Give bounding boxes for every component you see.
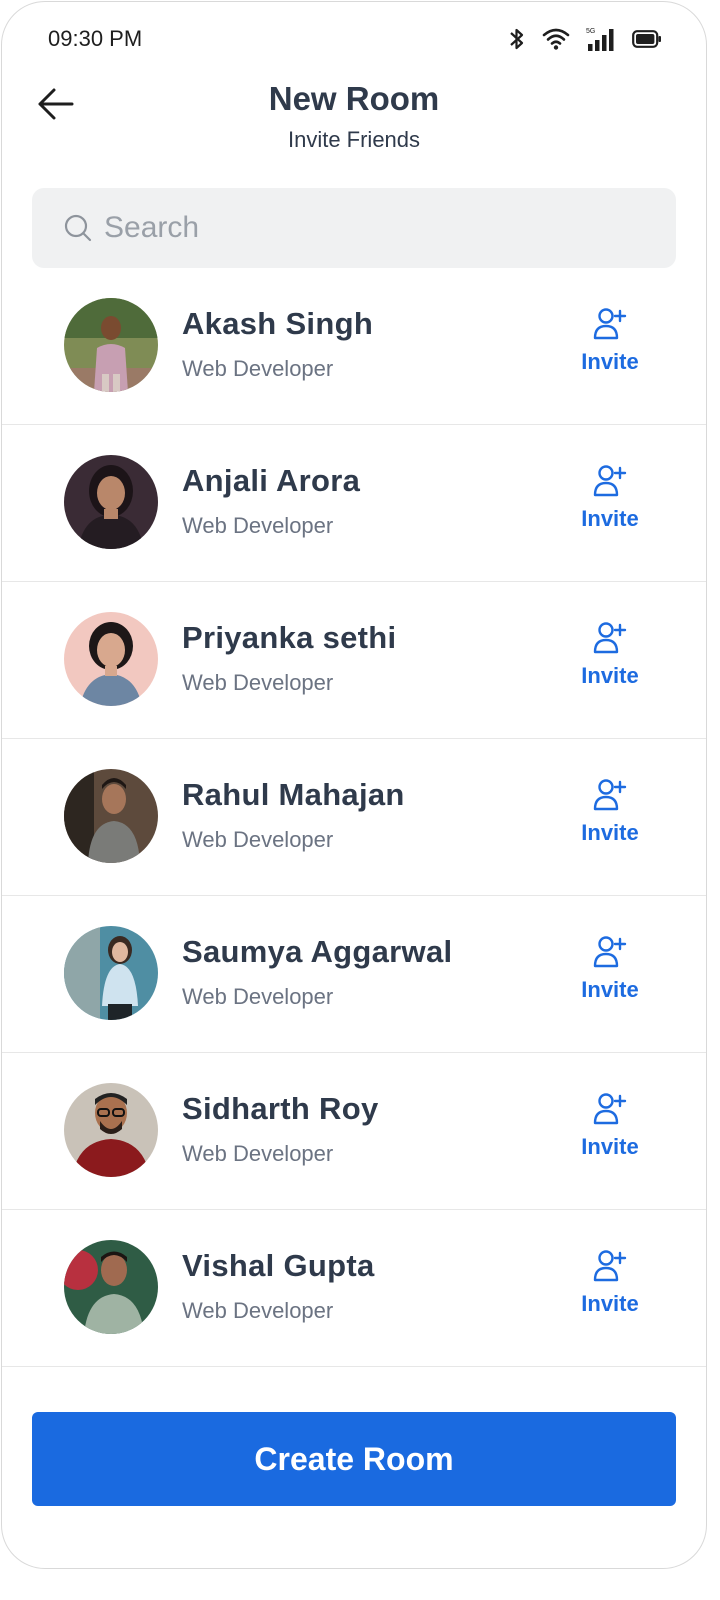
user-plus-icon: [593, 1250, 627, 1282]
network-label: 5G: [586, 28, 595, 35]
contact-name: Sidharth Roy: [182, 1091, 379, 1126]
contact-role: Web Developer: [182, 513, 334, 538]
contact-name: Priyanka sethi: [182, 620, 397, 655]
invite-label: Invite: [581, 1291, 639, 1316]
invite-label: Invite: [581, 663, 639, 688]
contact-name: Rahul Mahajan: [182, 777, 405, 812]
list-item: Saumya Aggarwal Web Developer Invite: [2, 896, 706, 1053]
user-plus-icon: [593, 936, 627, 968]
list-item: Vishal Gupta Web Developer Invite: [2, 1210, 706, 1367]
avatar: [64, 298, 158, 392]
avatar: [64, 1083, 158, 1177]
contact-role: Web Developer: [182, 1141, 334, 1166]
list-item: Rahul Mahajan Web Developer Invite: [2, 739, 706, 896]
bluetooth-icon: [510, 28, 524, 50]
status-icons: 5G: [508, 26, 662, 52]
contact-name: Akash Singh: [182, 306, 374, 341]
list-item: Anjali Arora Web Developer Invite: [2, 425, 706, 582]
battery-icon: [632, 30, 661, 48]
contact-name: Saumya Aggarwal: [182, 934, 453, 969]
page-subtitle: Invite Friends: [287, 127, 421, 152]
user-plus-icon: [593, 308, 627, 340]
invite-label: Invite: [581, 349, 639, 374]
user-plus-icon: [593, 1093, 627, 1125]
invite-button[interactable]: Invite: [572, 934, 648, 1003]
avatar: [64, 455, 158, 549]
avatar: [64, 926, 158, 1020]
search-bar[interactable]: [32, 188, 676, 268]
search-input[interactable]: [102, 210, 646, 246]
invite-button[interactable]: Invite: [572, 777, 648, 846]
create-room-button[interactable]: Create Room: [32, 1412, 676, 1506]
avatar: [64, 612, 158, 706]
invite-button[interactable]: Invite: [572, 1248, 648, 1317]
invite-button[interactable]: Invite: [572, 306, 648, 375]
contact-role: Web Developer: [182, 984, 334, 1009]
list-item: Sidharth Roy Web Developer Invite: [2, 1053, 706, 1210]
contact-role: Web Developer: [182, 1298, 334, 1323]
list-item: Priyanka sethi Web Developer Invite: [2, 582, 706, 739]
signal-icon: 5G: [586, 28, 614, 51]
contact-name: Vishal Gupta: [182, 1248, 375, 1283]
page-title: New Room: [268, 80, 440, 117]
user-plus-icon: [593, 622, 627, 654]
contact-role: Web Developer: [182, 356, 334, 381]
invite-button[interactable]: Invite: [572, 1091, 648, 1160]
status-bar: 09:30 PM 5G: [2, 2, 706, 78]
list-item: Akash Singh Web Developer Invite: [2, 270, 706, 425]
invite-button[interactable]: Invite: [572, 620, 648, 689]
contact-role: Web Developer: [182, 827, 334, 852]
avatar: [64, 769, 158, 863]
phone-screen: 09:30 PM 5G New Room Invite Friends Sear…: [1, 1, 707, 1569]
contact-role: Web Developer: [182, 670, 334, 695]
user-plus-icon: [593, 465, 627, 497]
wifi-icon: [542, 28, 570, 50]
invite-label: Invite: [581, 977, 639, 1002]
avatar: [64, 1240, 158, 1334]
search-icon: [64, 214, 92, 242]
invite-label: Invite: [581, 1134, 639, 1159]
user-plus-icon: [593, 779, 627, 811]
status-time: 09:30 PM: [48, 26, 143, 51]
invite-button[interactable]: Invite: [572, 463, 648, 532]
invite-label: Invite: [581, 820, 639, 845]
contact-name: Anjali Arora: [182, 463, 361, 498]
contact-list: Akash Singh Web Developer Invite Anjali …: [2, 270, 706, 1367]
invite-label: Invite: [581, 506, 639, 531]
